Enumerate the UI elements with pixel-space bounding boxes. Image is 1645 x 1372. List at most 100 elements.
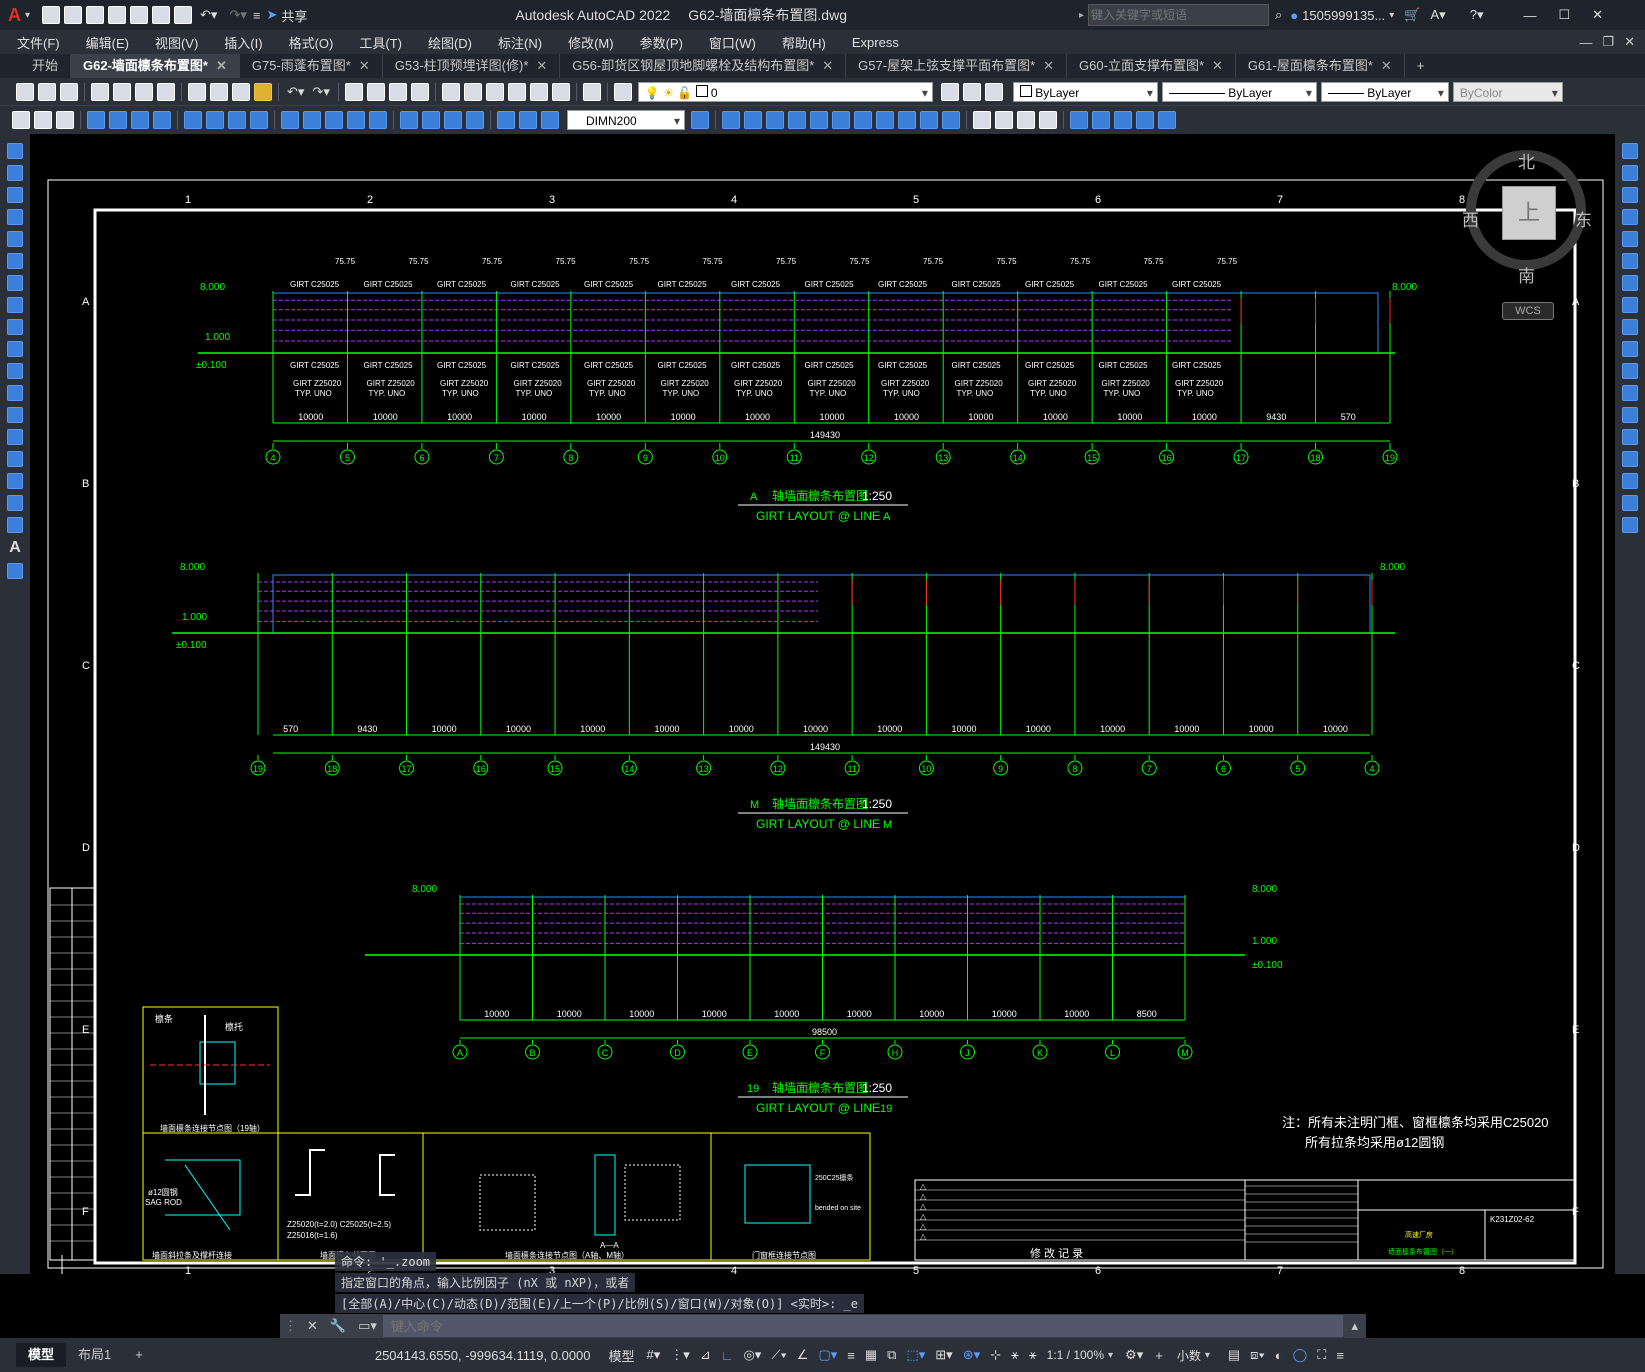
menu-window[interactable]: 窗口(W) — [700, 33, 765, 52]
workspace-gear-icon[interactable]: ⚙▾ — [1125, 1347, 1143, 1363]
print-icon[interactable] — [174, 6, 193, 24]
arc-icon[interactable] — [7, 253, 23, 269]
dim-space-icon[interactable] — [347, 111, 365, 129]
join-icon[interactable] — [1622, 429, 1638, 445]
command-grip-icon[interactable]: ⋮ — [284, 1318, 297, 1334]
minimize-icon[interactable]: — — [1523, 8, 1536, 23]
tb-layer-previous-icon[interactable] — [962, 82, 981, 101]
dim-arc-icon[interactable] — [131, 111, 149, 129]
materials-icon[interactable] — [1017, 111, 1035, 129]
dim-ordinate-icon[interactable] — [153, 111, 171, 129]
rotate-icon[interactable] — [1622, 275, 1638, 291]
dim-jogged-icon[interactable] — [206, 111, 224, 129]
polygon-icon[interactable] — [7, 209, 23, 225]
dim-jogline-icon[interactable] — [466, 111, 484, 129]
search-icon[interactable]: ⌕ — [1275, 7, 1282, 23]
tb-make-current-icon[interactable] — [940, 82, 959, 101]
command-close-icon[interactable]: ✕ — [307, 1318, 318, 1334]
wcs-menu[interactable]: WCS — [1502, 302, 1554, 320]
command-customize-icon[interactable]: 🔧 — [330, 1318, 346, 1334]
tb-markup-icon[interactable] — [529, 82, 548, 101]
tab-close-icon[interactable]: ✕ — [536, 58, 547, 73]
table-icon[interactable] — [7, 517, 23, 533]
revcloud-icon[interactable] — [7, 297, 23, 313]
gradient-icon[interactable] — [7, 473, 23, 489]
ucs-view-icon[interactable] — [1136, 111, 1154, 129]
customize-icon[interactable]: ≡ — [253, 8, 261, 23]
layout-tab[interactable]: 布局1 — [66, 1343, 123, 1367]
isodraft-icon[interactable]: ⟋▾ — [771, 1347, 786, 1363]
polar-icon[interactable]: ◎▾ — [743, 1347, 761, 1363]
app-menu-chevron-icon[interactable]: ▾ — [25, 10, 30, 21]
maximize-icon[interactable]: ☐ — [1558, 7, 1570, 23]
annotation-visibility-icon[interactable]: ⚹ — [1011, 1347, 1019, 1363]
dim-baseline-icon[interactable] — [303, 111, 321, 129]
doc-minimize-icon[interactable]: — — [1579, 35, 1592, 50]
user-chevron-icon[interactable]: ▾ — [1389, 10, 1394, 21]
osnap-icon[interactable]: ▢▾ — [818, 1347, 837, 1363]
layer-on-icon[interactable]: 💡 — [645, 86, 660, 100]
menu-file[interactable]: 文件(F) — [8, 33, 69, 52]
command-expand-icon[interactable]: ▴ — [1351, 1318, 1358, 1334]
lineweight-dropdown[interactable]: ByLayer — [1320, 81, 1449, 103]
line-icon[interactable] — [7, 143, 23, 159]
ortho-icon[interactable]: ∟ — [721, 1348, 734, 1363]
plotstyle-dropdown[interactable]: ByColor — [1452, 81, 1563, 103]
viewcube-north[interactable]: 北 — [1518, 148, 1535, 173]
tb-undo-icon[interactable]: ↶▾ — [287, 84, 304, 100]
dim-linear-icon[interactable] — [87, 111, 105, 129]
3dosnap-icon[interactable]: ⬚▾ — [906, 1347, 925, 1363]
tb-copy-icon[interactable] — [210, 82, 228, 101]
tb-zoom-window-icon[interactable] — [388, 82, 407, 101]
linetype-dropdown[interactable]: ByLayer — [1161, 81, 1317, 103]
new-tab-button[interactable]: + — [1405, 54, 1437, 78]
tab-g75[interactable]: G75-雨蓬布置图* ✕ — [240, 54, 383, 78]
break-icon[interactable] — [1622, 407, 1638, 423]
solid-extrude-icon[interactable] — [832, 111, 850, 129]
open-web-icon[interactable] — [130, 6, 149, 24]
tab-close-icon[interactable]: ✕ — [1212, 58, 1223, 73]
tb-preview-icon[interactable] — [113, 82, 131, 101]
ucs-icon[interactable] — [1070, 111, 1088, 129]
saveas-icon[interactable] — [108, 6, 127, 24]
color-dropdown[interactable]: ByLayer — [1012, 81, 1158, 103]
lights-icon[interactable] — [1039, 111, 1057, 129]
dim-center-icon[interactable] — [422, 111, 440, 129]
move-icon[interactable] — [1622, 253, 1638, 269]
menu-tools[interactable]: 工具(T) — [350, 33, 411, 52]
tab-g57[interactable]: G57-屋架上弦支撑平面布置图* ✕ — [846, 54, 1068, 78]
spline-icon[interactable] — [7, 319, 23, 335]
dim-break-icon[interactable] — [369, 111, 387, 129]
offset-icon[interactable] — [1622, 209, 1638, 225]
ucs-3point-icon[interactable] — [1158, 111, 1176, 129]
osnap-track-icon[interactable]: ∠ — [797, 1347, 809, 1363]
tb-style-icon[interactable] — [34, 111, 52, 129]
mtext-icon[interactable]: A — [9, 539, 21, 557]
viewcube-east[interactable]: 东 — [1575, 206, 1592, 231]
tb-open-icon[interactable] — [38, 82, 56, 101]
cart-icon[interactable]: 🛒 — [1404, 7, 1420, 23]
command-input[interactable] — [382, 1315, 1344, 1337]
mirror-icon[interactable] — [1622, 187, 1638, 203]
model-tab[interactable]: 模型 — [16, 1343, 67, 1367]
dim-continue-icon[interactable] — [325, 111, 343, 129]
tb-cut-icon[interactable] — [188, 82, 206, 101]
tb-zoom-realtime-icon[interactable] — [366, 82, 385, 101]
extend-icon[interactable] — [1622, 363, 1638, 379]
dim-diameter-icon[interactable] — [228, 111, 246, 129]
transparency-icon[interactable]: ▦ — [865, 1347, 877, 1363]
search-expand-icon[interactable]: ▸ — [1079, 10, 1084, 21]
gizmo-icon[interactable]: ⊹ — [990, 1347, 1001, 1363]
ellipse-arc-icon[interactable] — [7, 363, 23, 379]
viewcube-south[interactable]: 南 — [1518, 262, 1535, 287]
add-layout-button[interactable]: + — [123, 1343, 155, 1367]
layer-freeze-icon[interactable]: ☀ — [663, 86, 674, 100]
search-input[interactable] — [1088, 4, 1270, 26]
annotation-scale[interactable]: 1:1 / 100% — [1047, 1348, 1104, 1362]
annotation-monitor-icon[interactable]: + — [1155, 1348, 1163, 1363]
dim-angular-icon[interactable] — [250, 111, 268, 129]
solid-presspull-icon[interactable] — [920, 111, 938, 129]
solid-union-icon[interactable] — [766, 111, 784, 129]
tb-publish-icon[interactable] — [135, 82, 153, 101]
explode-icon[interactable] — [1622, 517, 1638, 533]
